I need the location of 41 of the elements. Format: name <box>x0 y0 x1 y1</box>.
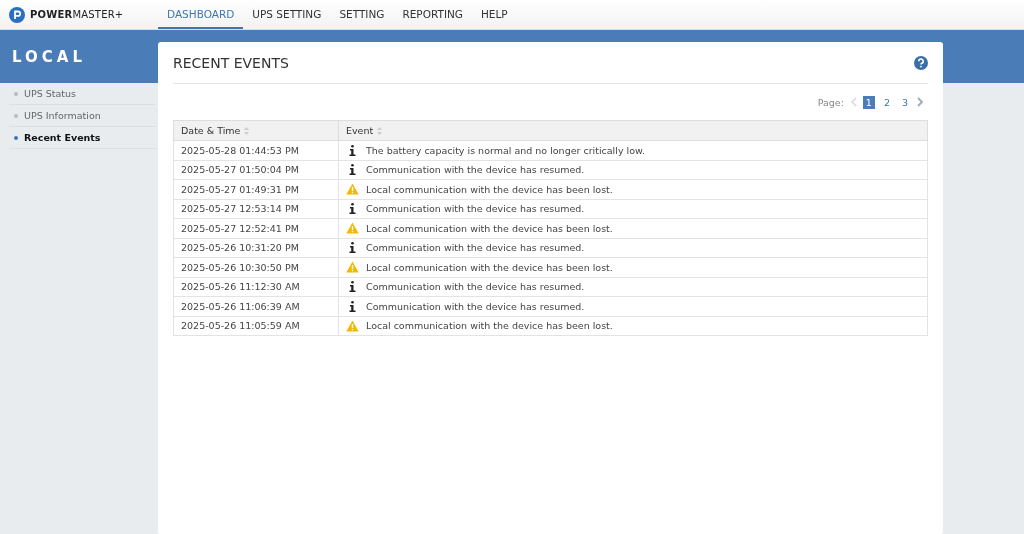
table-cell: 2025-05-27 01:50:04 PM <box>173 160 339 180</box>
panel-title: RECENT EVENTS <box>173 54 289 71</box>
event-text: Communication with the device has resumed. <box>366 281 585 293</box>
table-cell: 2025-05-26 11:06:39 AM <box>173 296 339 316</box>
event-text: Communication with the device has resumed. <box>366 300 585 312</box>
help-icon[interactable] <box>914 55 928 70</box>
event-text: Local communication with the device has been lost. <box>366 183 613 195</box>
sidebar-item[interactable]: UPS Information <box>9 105 155 127</box>
event-text: Communication with the device has resumed. <box>366 164 585 176</box>
sort-icon[interactable] <box>244 126 250 135</box>
table-cell: 2025-05-26 11:05:59 AM <box>173 316 339 336</box>
table-cell: 2025-05-27 12:53:14 PM <box>173 199 339 219</box>
table-cell: 2025-05-26 10:30:50 PM <box>173 257 339 277</box>
column-header[interactable]: Event <box>338 120 928 141</box>
table-cell: 2025-05-27 12:52:41 PM <box>173 218 339 238</box>
sidebar-item[interactable]: Recent Events <box>9 127 155 149</box>
event-text: The battery capacity is normal and no longer critically low. <box>366 144 645 156</box>
column-header[interactable]: Date & Time <box>173 120 339 141</box>
event-text: Communication with the device has resumed. <box>366 242 585 254</box>
page-label: Page: <box>817 96 844 108</box>
sidebar-title: LOCAL <box>11 46 87 68</box>
event-text: Local communication with the device has been lost. <box>366 222 613 234</box>
nav-tab[interactable]: REPORTING <box>393 0 472 29</box>
event-text: Local communication with the device has been lost. <box>366 320 613 332</box>
table-cell: 2025-05-26 10:31:20 PM <box>173 238 339 258</box>
page-link[interactable]: 2 <box>880 95 893 109</box>
logo-icon <box>9 6 25 23</box>
brand-name: POWERMASTER+ <box>30 9 124 20</box>
page-link[interactable]: 3 <box>898 95 911 109</box>
nav-tab[interactable]: SETTING <box>330 0 394 29</box>
table-cell: 2025-05-28 01:44:53 PM <box>173 140 339 160</box>
event-text: Local communication with the device has been lost. <box>366 261 613 273</box>
sort-icon[interactable] <box>377 126 383 135</box>
table-cell: 2025-05-27 01:49:31 PM <box>173 179 339 199</box>
sidebar-item[interactable]: UPS Status <box>9 83 155 105</box>
page-link[interactable]: 1 <box>862 95 875 109</box>
nav-tab[interactable]: UPS SETTING <box>243 0 331 29</box>
nav-tab[interactable]: HELP <box>471 0 517 29</box>
event-text: Communication with the device has resumed. <box>366 203 585 215</box>
table-cell: 2025-05-26 11:12:30 AM <box>173 277 339 297</box>
next-page-icon[interactable] <box>917 97 924 107</box>
